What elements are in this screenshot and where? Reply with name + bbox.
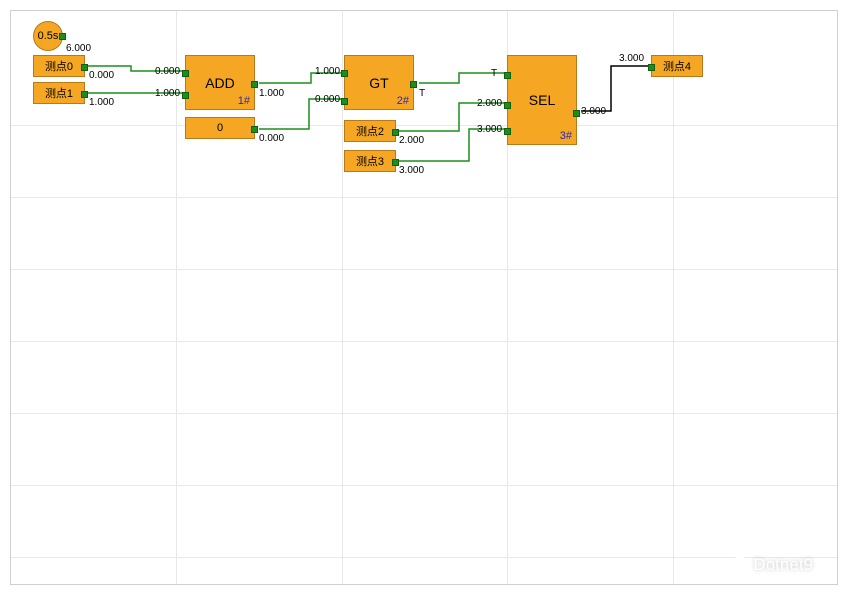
timer-out-port[interactable] [59,33,66,40]
node-pt3-label: 测点3 [356,153,384,169]
zero-out-port[interactable] [251,126,258,133]
pt0-out-port[interactable] [81,64,88,71]
sel-in2-value: 2.000 [477,98,502,109]
sel-in2-port[interactable] [504,102,511,109]
node-pt0[interactable]: 测点0 [33,55,85,77]
node-add-index: 1# [238,95,250,107]
zero-out-value: 0.000 [259,133,284,144]
pt4-in-value: 3.000 [619,53,644,64]
gt-in1-port[interactable] [341,70,348,77]
sel-in1-label: T [491,68,497,79]
node-pt4[interactable]: 测点4 [651,55,703,77]
gt-out-label: T [419,88,425,99]
pt4-in-port[interactable] [648,64,655,71]
pt3-out-value: 3.000 [399,165,424,176]
sel-in3-value: 3.000 [477,124,502,135]
watermark-text: Dotnet9 [753,555,813,575]
node-sel-index: 3# [560,130,572,142]
node-zero-label: 0 [217,122,223,134]
sel-in1-port[interactable] [504,72,511,79]
node-gt[interactable]: GT 2# [344,55,414,110]
gt-in2-value: 0.000 [315,94,340,105]
add-in1-port[interactable] [182,70,189,77]
pt2-out-port[interactable] [392,129,399,136]
node-add[interactable]: ADD 1# [185,55,255,110]
node-sel-title: SEL [529,92,555,108]
pt2-out-value: 2.000 [399,135,424,146]
node-pt0-label: 测点0 [45,58,73,74]
node-pt4-label: 测点4 [663,58,691,74]
add-in2-value: 1.000 [155,88,180,99]
pt1-out-value: 1.000 [89,97,114,108]
gt-out-port[interactable] [410,81,417,88]
diagram-canvas[interactable]: 0.5s 6.000 测点0 0.000 测点1 1.000 ADD 1# 0.… [10,10,838,585]
add-out-port[interactable] [251,81,258,88]
sel-out-value: 3.000 [581,106,606,117]
timer-node[interactable]: 0.5s [33,21,63,51]
node-pt2-label: 测点2 [356,123,384,139]
add-in2-port[interactable] [182,92,189,99]
sel-in3-port[interactable] [504,128,511,135]
add-out-value: 1.000 [259,88,284,99]
node-pt1-label: 测点1 [45,85,73,101]
node-pt1[interactable]: 测点1 [33,82,85,104]
node-pt3[interactable]: 测点3 [344,150,396,172]
pt1-out-port[interactable] [81,91,88,98]
node-add-title: ADD [205,75,235,91]
node-gt-index: 2# [397,95,409,107]
watermark: Dotnet9 [723,554,813,576]
pt0-out-value: 0.000 [89,70,114,81]
add-in1-value: 0.000 [155,66,180,77]
sel-out-port[interactable] [573,110,580,117]
timer-out-value: 6.000 [66,43,91,54]
node-sel[interactable]: SEL 3# [507,55,577,145]
pt3-out-port[interactable] [392,159,399,166]
gt-in1-value: 1.000 [315,66,340,77]
node-gt-title: GT [369,75,388,91]
timer-label: 0.5s [38,30,59,42]
gt-in2-port[interactable] [341,98,348,105]
watermark-icon [723,554,745,576]
node-pt2[interactable]: 测点2 [344,120,396,142]
node-zero[interactable]: 0 [185,117,255,139]
